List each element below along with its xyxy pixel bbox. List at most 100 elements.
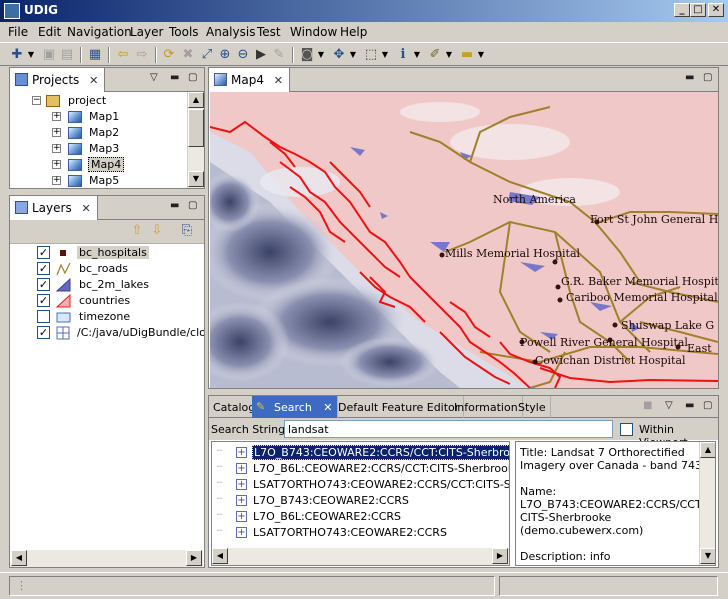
selection-dropdown-arrow-icon[interactable]: ▼ bbox=[381, 46, 389, 64]
tab-map4[interactable]: Map4 ✕ bbox=[209, 68, 291, 92]
new-icon[interactable]: ✚ bbox=[8, 46, 26, 64]
save-all-icon[interactable]: ▤ bbox=[58, 46, 76, 64]
maximize-view-icon[interactable]: ▢ bbox=[188, 72, 197, 83]
layer-row[interactable]: ✓ bc_hospitals bbox=[20, 245, 200, 261]
scroll-right-icon[interactable]: ▶ bbox=[492, 548, 508, 564]
scroll-up-icon[interactable]: ▲ bbox=[700, 442, 715, 458]
stop-icon[interactable]: ✖ bbox=[179, 46, 197, 64]
results-horizontal-scrollbar[interactable]: ◀ ▶ bbox=[212, 548, 509, 565]
scroll-down-icon[interactable]: ▼ bbox=[700, 548, 715, 564]
maximize-view-icon[interactable]: ▢ bbox=[703, 400, 712, 411]
layer-visibility-checkbox[interactable]: ✓ bbox=[37, 262, 50, 275]
view-menu-icon[interactable]: ▽ bbox=[665, 400, 673, 411]
close-tab-icon[interactable]: ✕ bbox=[82, 202, 91, 215]
maximize-view-icon[interactable]: ▢ bbox=[188, 200, 197, 211]
zoom-extent-icon[interactable]: ⤢ bbox=[198, 46, 216, 64]
within-viewport-checkbox[interactable] bbox=[620, 423, 633, 436]
maximize-button[interactable]: □ bbox=[690, 3, 706, 17]
scroll-thumb[interactable] bbox=[188, 109, 204, 147]
selection-tool-icon[interactable]: ⬚ bbox=[362, 46, 380, 64]
info-dropdown-arrow-icon[interactable]: ▼ bbox=[413, 46, 421, 64]
menu-tools[interactable]: Tools bbox=[169, 25, 199, 39]
menu-test[interactable]: Test bbox=[257, 25, 281, 39]
tab-information[interactable]: Information bbox=[450, 396, 523, 418]
edit-dropdown-arrow-icon[interactable]: ▼ bbox=[445, 46, 453, 64]
collapse-icon[interactable]: − bbox=[32, 96, 41, 105]
minimize-view-icon[interactable]: ▬ bbox=[685, 400, 694, 411]
layer-visibility-checkbox[interactable]: ✓ bbox=[37, 294, 50, 307]
expand-icon[interactable]: + bbox=[236, 511, 247, 522]
search-input[interactable] bbox=[284, 420, 613, 438]
layer-row[interactable]: ✓ /C:/java/uDigBundle/clouds. bbox=[20, 325, 204, 341]
erase-icon[interactable]: ✎ bbox=[270, 46, 288, 64]
menu-edit[interactable]: Edit bbox=[38, 25, 61, 39]
expand-icon[interactable]: + bbox=[52, 160, 61, 169]
menu-layer[interactable]: Layer bbox=[130, 25, 163, 39]
tab-style[interactable]: Style bbox=[514, 396, 551, 418]
menu-analysis[interactable]: Analysis bbox=[206, 25, 255, 39]
measure-tool-icon[interactable]: ▬ bbox=[458, 46, 476, 64]
layer-row[interactable]: timezone bbox=[20, 309, 200, 325]
layer-row[interactable]: ✓ bc_2m_lakes bbox=[20, 277, 200, 293]
expand-icon[interactable]: + bbox=[52, 144, 61, 153]
move-up-icon[interactable]: ⇧ bbox=[128, 222, 146, 240]
layer-visibility-checkbox[interactable]: ✓ bbox=[37, 278, 50, 291]
maximize-view-icon[interactable]: ▢ bbox=[703, 72, 712, 83]
close-tab-icon[interactable]: ✕ bbox=[323, 401, 332, 414]
minimize-button[interactable]: _ bbox=[674, 3, 690, 17]
refresh-icon[interactable]: ⟳ bbox=[160, 46, 178, 64]
tab-projects[interactable]: Projects ✕ bbox=[10, 68, 106, 92]
layer-options-icon[interactable]: ⎘ bbox=[178, 222, 196, 240]
new-dropdown-arrow-icon[interactable]: ▼ bbox=[27, 46, 35, 64]
forward-arrow-icon[interactable]: ⇨ bbox=[133, 46, 151, 64]
menu-window[interactable]: Window bbox=[290, 25, 337, 39]
expand-icon[interactable]: + bbox=[236, 495, 247, 506]
info-tool-icon[interactable]: i bbox=[394, 46, 412, 64]
minimize-view-icon[interactable]: ▬ bbox=[170, 72, 179, 83]
menu-navigation[interactable]: Navigation bbox=[67, 25, 132, 39]
scroll-up-icon[interactable]: ▲ bbox=[188, 92, 204, 108]
save-icon[interactable]: ▣ bbox=[40, 46, 58, 64]
minimize-view-icon[interactable]: ▬ bbox=[170, 200, 179, 211]
render-dropdown-arrow-icon[interactable]: ▼ bbox=[317, 46, 325, 64]
tab-search[interactable]: ✎ Search ✕ bbox=[252, 396, 338, 418]
layer-visibility-checkbox[interactable] bbox=[37, 310, 50, 323]
edit-tool-icon[interactable]: ✐ bbox=[426, 46, 444, 64]
pan-tool-icon[interactable]: ✥ bbox=[330, 46, 348, 64]
view-menu-icon[interactable]: ▽ bbox=[150, 72, 158, 83]
close-tab-icon[interactable]: ✕ bbox=[89, 74, 98, 87]
projects-scrollbar[interactable]: ▲ ▼ bbox=[187, 92, 204, 188]
close-tab-icon[interactable]: ✕ bbox=[274, 74, 283, 87]
measure-dropdown-arrow-icon[interactable]: ▼ bbox=[477, 46, 485, 64]
properties-icon[interactable]: ▦ bbox=[86, 46, 104, 64]
pan-dropdown-arrow-icon[interactable]: ▼ bbox=[349, 46, 357, 64]
menu-file[interactable]: File bbox=[8, 25, 28, 39]
back-arrow-icon[interactable]: ⇦ bbox=[114, 46, 132, 64]
scroll-left-icon[interactable]: ◀ bbox=[212, 548, 228, 564]
scroll-left-icon[interactable]: ◀ bbox=[11, 550, 27, 566]
next-icon[interactable]: ▶ bbox=[252, 46, 270, 64]
zoom-in-icon[interactable]: ⊕ bbox=[216, 46, 234, 64]
expand-icon[interactable]: + bbox=[52, 112, 61, 121]
tab-default-feature-editor[interactable]: Default Feature Editor bbox=[334, 396, 465, 418]
minimize-view-icon[interactable]: ▬ bbox=[685, 72, 694, 83]
tab-layers[interactable]: Layers ✕ bbox=[10, 196, 98, 220]
detail-scrollbar[interactable]: ▲ ▼ bbox=[699, 442, 715, 565]
move-down-icon[interactable]: ⇩ bbox=[148, 222, 166, 240]
menu-help[interactable]: Help bbox=[340, 25, 367, 39]
expand-icon[interactable]: + bbox=[236, 527, 247, 538]
layer-row[interactable]: ✓ countries bbox=[20, 293, 200, 309]
expand-icon[interactable]: + bbox=[236, 463, 247, 474]
stop-search-icon[interactable]: ■ bbox=[643, 400, 652, 411]
expand-icon[interactable]: + bbox=[236, 479, 247, 490]
expand-icon[interactable]: + bbox=[52, 176, 61, 185]
map-canvas[interactable]: North America Fort St John General H Mil… bbox=[210, 92, 718, 388]
scroll-down-icon[interactable]: ▼ bbox=[188, 171, 204, 187]
expand-icon[interactable]: + bbox=[52, 128, 61, 137]
layer-visibility-checkbox[interactable]: ✓ bbox=[37, 326, 50, 339]
expand-icon[interactable]: + bbox=[236, 447, 247, 458]
layer-visibility-checkbox[interactable]: ✓ bbox=[37, 246, 50, 259]
scroll-right-icon[interactable]: ▶ bbox=[186, 550, 202, 566]
layers-horizontal-scrollbar[interactable]: ◀ ▶ bbox=[11, 550, 203, 567]
layer-row[interactable]: ✓ bc_roads bbox=[20, 261, 200, 277]
